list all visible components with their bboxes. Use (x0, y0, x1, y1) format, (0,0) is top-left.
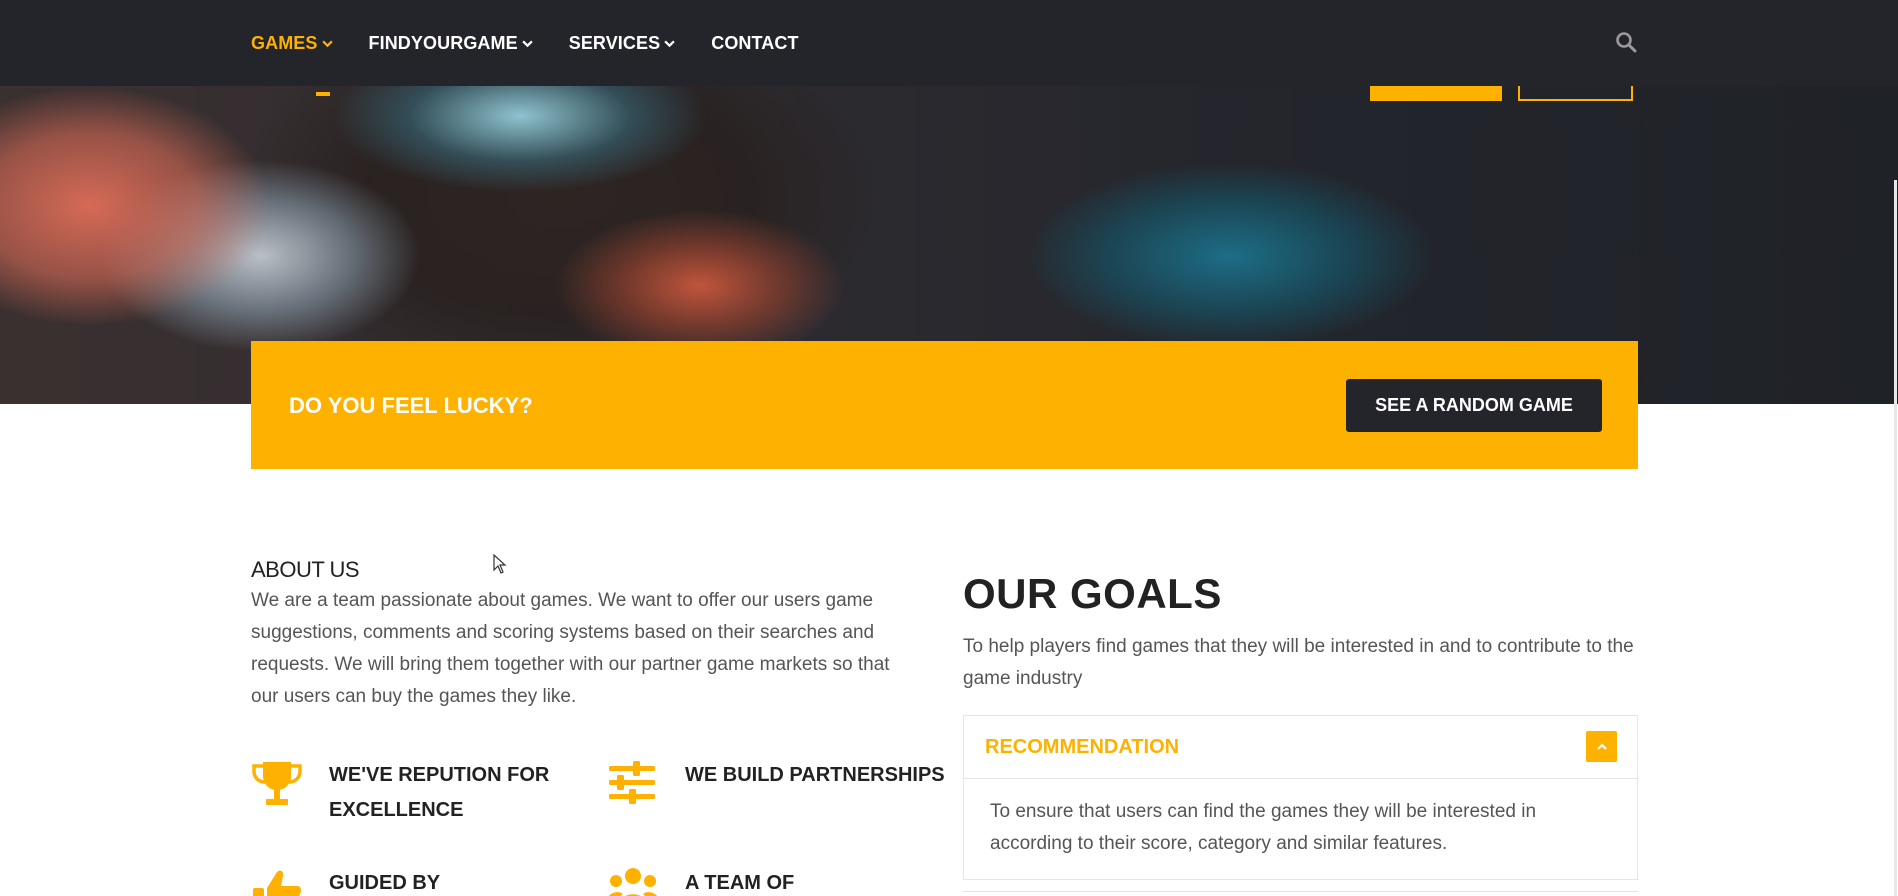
hero-secondary-button[interactable] (1518, 86, 1633, 101)
lucky-banner: DO YOU FEEL LUCKY? SEE A RANDOM GAME (251, 341, 1638, 469)
accordion-title: RECOMMENDATION (985, 736, 1180, 758)
accordion-next-item[interactable] (963, 891, 1638, 896)
thumbs-up-icon (253, 870, 301, 896)
search-icon[interactable] (1614, 30, 1638, 54)
feature-label: WE'VE REPUTION FOR EXCELLENCE (329, 764, 550, 821)
about-us-text: We are a team passionate about games. We… (251, 590, 890, 707)
trophy-icon (252, 762, 302, 805)
top-navbar: GAMES FINDYOURGAME SERVICES CONTACT (0, 0, 1898, 86)
nav-item-contact-label: CONTACT (711, 32, 799, 53)
nav-item-games[interactable]: GAMES (251, 33, 333, 54)
our-goals-text: To help players find games that they wil… (963, 636, 1634, 689)
goals-accordion: RECOMMENDATION To ensure that users can … (963, 715, 1638, 880)
chevron-down-icon (321, 40, 333, 47)
hero-primary-button[interactable] (1370, 86, 1502, 101)
accordion-toggle-button[interactable] (1586, 731, 1617, 762)
sliders-icon (609, 761, 655, 804)
nav-menu: GAMES FINDYOURGAME SERVICES CONTACT (251, 0, 799, 86)
nav-item-services-label: SERVICES (568, 32, 661, 53)
chevron-up-icon (1596, 742, 1607, 750)
users-icon (608, 868, 658, 896)
chevron-down-icon (664, 40, 675, 47)
lucky-banner-text: DO YOU FEEL LUCKY? (289, 393, 533, 418)
chevron-down-icon (522, 40, 533, 47)
nav-item-contact[interactable]: CONTACT (711, 33, 798, 54)
feature-label: GUIDED BY (329, 872, 441, 894)
nav-item-findyourgame[interactable]: FINDYOURGAME (369, 33, 533, 54)
feature-label: WE BUILD PARTNERSHIPS (685, 764, 945, 786)
nav-item-services[interactable]: SERVICES (569, 33, 676, 54)
hero-accent-mark (316, 92, 330, 96)
mouse-cursor-icon (493, 554, 507, 574)
scrollbar[interactable] (1894, 180, 1897, 896)
accordion-body: To ensure that users can find the games … (990, 801, 1537, 854)
feature-label: A TEAM OF (685, 872, 795, 894)
nav-item-findyourgame-label: FINDYOURGAME (368, 32, 518, 53)
see-random-game-button[interactable]: SEE A RANDOM GAME (1346, 379, 1602, 432)
about-us-title: ABOUT US (251, 557, 360, 582)
our-goals-title: OUR GOALS (963, 570, 1222, 617)
nav-item-games-label: GAMES (251, 32, 318, 53)
accordion-header-recommendation[interactable]: RECOMMENDATION (964, 716, 1637, 779)
